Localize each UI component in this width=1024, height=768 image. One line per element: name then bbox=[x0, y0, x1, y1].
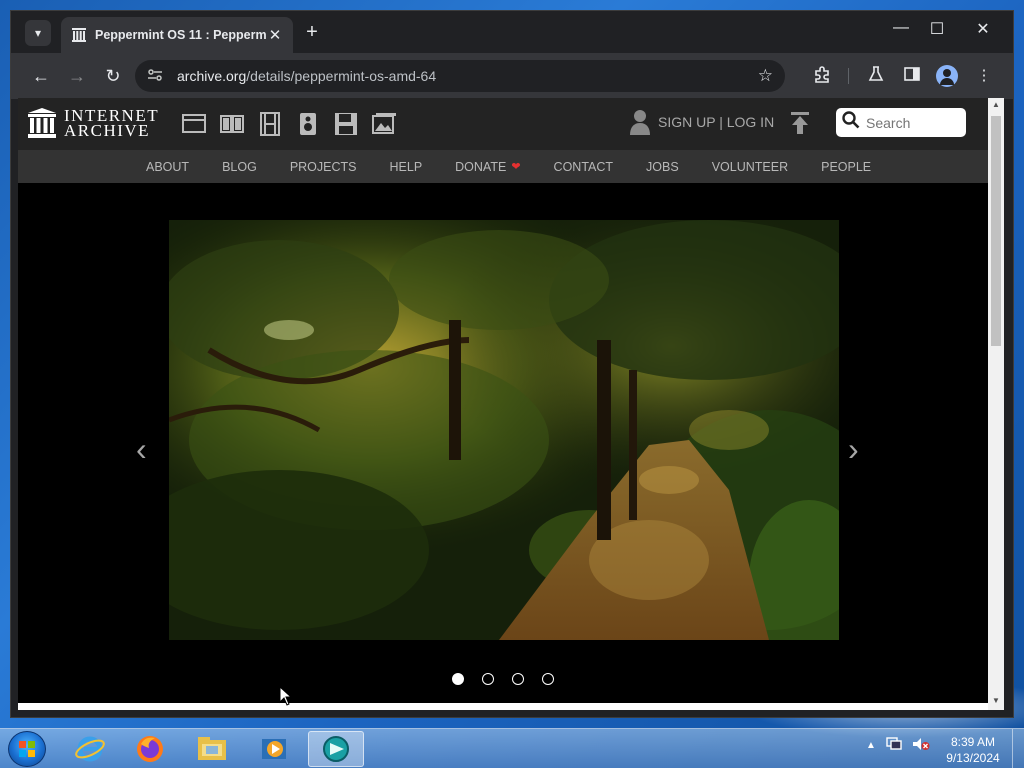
close-window-button[interactable]: ✕ bbox=[971, 19, 995, 39]
texts-book-icon[interactable] bbox=[219, 111, 245, 137]
clock-date: 9/13/2024 bbox=[946, 751, 1000, 765]
active-app-icon[interactable] bbox=[308, 731, 364, 767]
heart-icon: ❤ bbox=[511, 161, 521, 173]
ia-top-header: INTERNET ARCHIVE SIGN UP | LOG IN bbox=[18, 98, 990, 150]
search-input[interactable] bbox=[866, 114, 956, 131]
carousel-dot-3[interactable] bbox=[512, 673, 524, 685]
close-tab-icon[interactable]: ✕ bbox=[267, 26, 283, 44]
scroll-up-icon[interactable]: ▲ bbox=[988, 98, 1004, 112]
upload-icon[interactable] bbox=[790, 112, 810, 136]
address-bar[interactable]: archive.org/details/peppermint-os-amd-64… bbox=[135, 60, 785, 92]
url-domain: archive.org bbox=[177, 68, 247, 84]
nav-blog[interactable]: BLOG bbox=[222, 160, 257, 174]
archive-favicon-icon bbox=[71, 27, 87, 43]
tab-title: Peppermint OS 11 : Peppermint bbox=[95, 28, 267, 42]
browser-toolbar: ← → ↻ archive.org/details/peppermint-os-… bbox=[11, 53, 1013, 99]
ia-logo-text: INTERNET ARCHIVE bbox=[64, 107, 159, 140]
file-explorer-icon[interactable] bbox=[184, 731, 240, 767]
user-person-icon bbox=[630, 109, 650, 135]
nav-contact[interactable]: CONTACT bbox=[554, 160, 614, 174]
network-icon[interactable] bbox=[886, 737, 902, 754]
bookmark-star-icon[interactable]: ☆ bbox=[758, 66, 773, 86]
tab-active[interactable]: Peppermint OS 11 : Peppermint ✕ bbox=[61, 17, 293, 53]
back-button[interactable]: ← bbox=[29, 64, 53, 88]
reload-button[interactable]: ↻ bbox=[101, 64, 125, 88]
site-info-icon[interactable] bbox=[147, 68, 167, 85]
software-floppy-icon[interactable] bbox=[333, 111, 359, 137]
mouse-cursor-icon bbox=[279, 686, 293, 706]
profile-avatar-icon[interactable] bbox=[936, 65, 958, 87]
signup-login[interactable]: SIGN UP | LOG IN bbox=[630, 109, 774, 135]
nav-about[interactable]: ABOUT bbox=[146, 160, 189, 174]
internet-explorer-icon[interactable] bbox=[62, 731, 118, 767]
carousel-dots bbox=[452, 673, 554, 685]
ia-building-icon bbox=[28, 108, 56, 138]
nav-help[interactable]: HELP bbox=[390, 160, 423, 174]
toolbar-separator bbox=[848, 68, 849, 84]
ia-search-box[interactable] bbox=[836, 108, 966, 137]
web-icon[interactable] bbox=[181, 111, 207, 137]
tab-strip: ▾ Peppermint OS 11 : Peppermint ✕ + — ☐ … bbox=[11, 11, 1013, 53]
system-tray: ▲ bbox=[866, 737, 930, 754]
tray-expand-icon[interactable]: ▲ bbox=[866, 740, 876, 751]
system-clock[interactable]: 8:39 AM 9/13/2024 bbox=[938, 734, 1008, 766]
windows-taskbar: ▲ 8:39 AM 9/13/2024 bbox=[0, 728, 1024, 768]
media-player-icon[interactable] bbox=[246, 731, 302, 767]
volume-muted-icon[interactable] bbox=[912, 737, 930, 754]
logo-line-2: ARCHIVE bbox=[64, 121, 151, 140]
new-tab-button[interactable]: + bbox=[301, 21, 323, 44]
side-panel-icon[interactable] bbox=[901, 65, 923, 87]
start-button[interactable] bbox=[8, 731, 46, 767]
media-type-icons bbox=[181, 111, 397, 137]
url-text: archive.org/details/peppermint-os-amd-64 bbox=[177, 68, 436, 84]
image-carousel: ‹ › bbox=[18, 183, 990, 710]
page-content-below bbox=[18, 703, 990, 710]
nav-jobs[interactable]: JOBS bbox=[646, 160, 679, 174]
tab-search-button[interactable]: ▾ bbox=[25, 20, 51, 46]
minimize-button[interactable]: — bbox=[889, 19, 913, 37]
page-scrollbar[interactable]: ▲ ▼ bbox=[988, 98, 1004, 710]
carousel-next-arrow[interactable]: › bbox=[848, 431, 859, 468]
forward-button[interactable]: → bbox=[65, 64, 89, 88]
scroll-down-icon[interactable]: ▼ bbox=[988, 694, 1004, 708]
labs-flask-icon[interactable] bbox=[865, 65, 887, 87]
maximize-button[interactable]: ☐ bbox=[925, 19, 949, 39]
carousel-prev-arrow[interactable]: ‹ bbox=[136, 431, 147, 468]
carousel-dot-1[interactable] bbox=[452, 673, 464, 685]
url-path: /details/peppermint-os-amd-64 bbox=[246, 68, 437, 84]
nav-volunteer[interactable]: VOLUNTEER bbox=[712, 160, 788, 174]
nav-people[interactable]: PEOPLE bbox=[821, 160, 871, 174]
forest-path-photo bbox=[169, 220, 839, 640]
video-film-icon[interactable] bbox=[257, 111, 283, 137]
carousel-dot-2[interactable] bbox=[482, 673, 494, 685]
scroll-thumb[interactable] bbox=[991, 116, 1001, 346]
nav-projects[interactable]: PROJECTS bbox=[290, 160, 357, 174]
extensions-icon[interactable] bbox=[811, 65, 833, 87]
nav-donate-label: DONATE bbox=[455, 159, 507, 174]
page-viewport: INTERNET ARCHIVE SIGN UP | LOG IN ABOUT … bbox=[18, 98, 990, 710]
clock-time: 8:39 AM bbox=[950, 735, 996, 749]
chevron-down-icon: ▾ bbox=[34, 26, 42, 40]
search-icon bbox=[842, 111, 860, 134]
firefox-icon[interactable] bbox=[122, 731, 178, 767]
more-menu-icon[interactable]: ⋮ bbox=[973, 65, 995, 87]
carousel-dot-4[interactable] bbox=[542, 673, 554, 685]
ia-logo[interactable]: INTERNET ARCHIVE bbox=[28, 107, 159, 140]
images-icon[interactable] bbox=[371, 111, 397, 137]
audio-speaker-icon[interactable] bbox=[295, 111, 321, 137]
nav-donate[interactable]: DONATE ❤ bbox=[455, 160, 520, 174]
ia-nav-bar: ABOUT BLOG PROJECTS HELP DONATE ❤ CONTACT… bbox=[18, 150, 990, 183]
show-desktop-button[interactable] bbox=[1012, 729, 1024, 768]
signup-login-text[interactable]: SIGN UP | LOG IN bbox=[658, 114, 774, 130]
